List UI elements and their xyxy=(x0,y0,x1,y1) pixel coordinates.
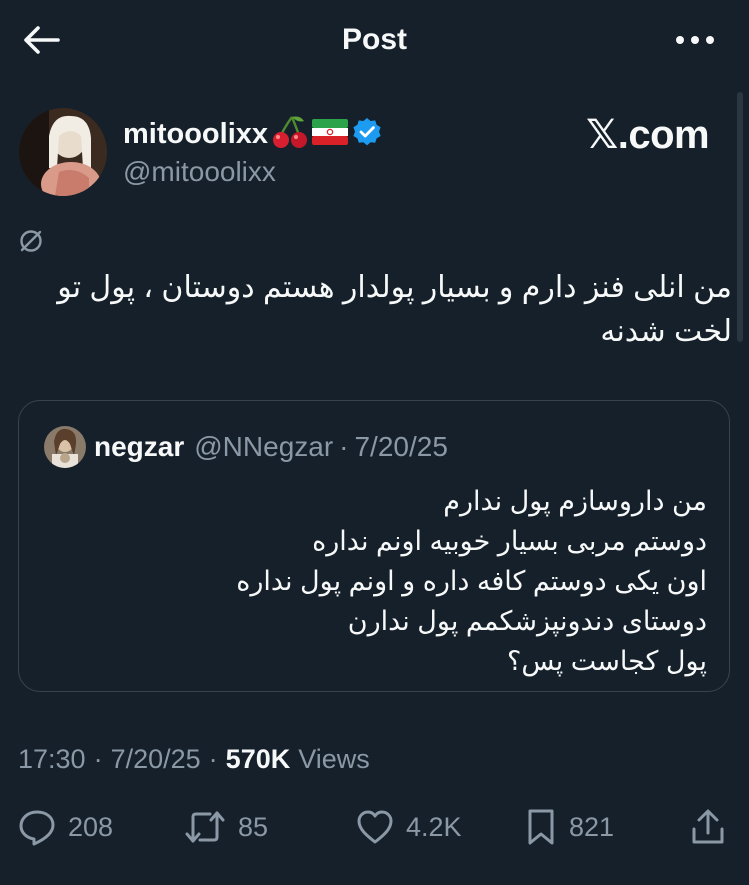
quoted-post-meta: negzar @NNegzar · 7/20/25 xyxy=(94,429,448,465)
quoted-author-avatar[interactable] xyxy=(44,426,86,468)
share-icon xyxy=(692,809,724,844)
separator-dot: · xyxy=(208,743,218,774)
author-name-row: mitooolixx xyxy=(123,114,382,154)
quoted-post-card[interactable]: negzar @NNegzar · 7/20/25 من داروسازم پو… xyxy=(18,400,730,692)
views-count: 570K xyxy=(225,743,291,774)
reply-count: 208 xyxy=(68,811,114,842)
quoted-post-date[interactable]: 7/20/25 xyxy=(354,431,447,463)
heart-icon xyxy=(357,810,393,844)
separator-dot: · xyxy=(93,743,103,774)
author-display-name[interactable]: mitooolixx xyxy=(123,114,268,154)
post-meta-row: 17:30 · 7/20/25 · 570K Views xyxy=(18,740,370,778)
reply-icon xyxy=(19,810,55,846)
repost-icon xyxy=(185,811,225,843)
reply-button[interactable]: 208 xyxy=(18,805,113,849)
author-avatar[interactable] xyxy=(19,108,107,196)
repost-button[interactable]: 85 xyxy=(184,805,268,849)
cherry-emoji xyxy=(272,115,308,154)
post-time[interactable]: 17:30 xyxy=(18,744,86,775)
avatar-photo xyxy=(19,108,107,196)
post-body-text: من انلی فنز دارم و بسیار پولدار هستم دوس… xyxy=(57,271,732,348)
repost-count: 85 xyxy=(238,811,269,842)
quoted-author-handle[interactable]: @NNegzar xyxy=(194,431,333,463)
share-button[interactable] xyxy=(690,805,726,849)
like-count: 4.2K xyxy=(406,811,462,842)
more-horizontal-icon xyxy=(676,36,714,44)
post-date[interactable]: 7/20/25 xyxy=(111,744,201,775)
iran-flag-emoji xyxy=(312,118,349,150)
like-button[interactable]: 4.2K xyxy=(356,805,462,849)
scrollbar-thumb[interactable] xyxy=(737,92,743,342)
author-handle[interactable]: @mitooolixx xyxy=(123,154,276,190)
separator-dot: · xyxy=(339,431,349,462)
quoted-avatar-photo xyxy=(44,426,86,468)
more-options-button[interactable] xyxy=(670,24,720,56)
x-com-watermark: 𝕏.com xyxy=(586,113,710,157)
bookmark-count: 821 xyxy=(569,811,615,842)
quoted-post-text: من داروسازم پول ندارم دوستم مربی بسیار خ… xyxy=(236,486,707,676)
bookmark-icon xyxy=(528,809,554,845)
bookmark-button[interactable]: 821 xyxy=(525,805,614,849)
verified-badge-icon[interactable] xyxy=(352,117,382,152)
page-title: Post xyxy=(341,23,407,56)
action-bar: 208 85 4.2K 821 xyxy=(0,805,749,849)
views-label: Views xyxy=(298,743,370,774)
no-sign-icon xyxy=(20,230,42,252)
top-bar: Post xyxy=(0,0,749,80)
quoted-author-name[interactable]: negzar xyxy=(94,431,184,463)
